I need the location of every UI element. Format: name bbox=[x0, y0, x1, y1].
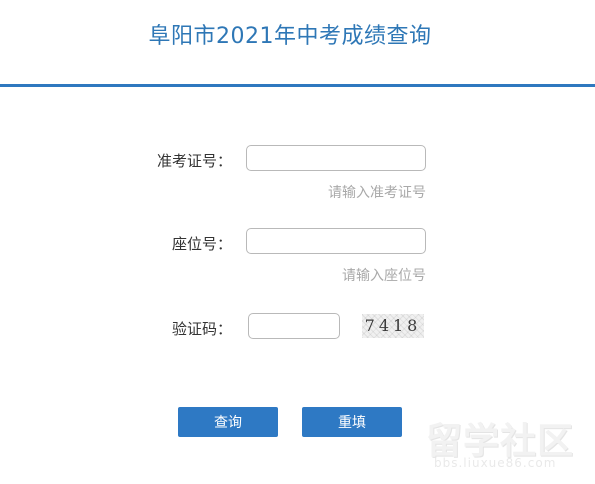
verification-code-label: 验证码： bbox=[171, 320, 232, 338]
exam-number-label: 准考证号： bbox=[156, 152, 232, 170]
watermark: 留学社区 bbs.liuxue86.com bbox=[420, 410, 590, 474]
page-title: 阜阳市2021年中考成绩查询 bbox=[148, 24, 432, 49]
query-button[interactable]: 查询 bbox=[178, 407, 278, 437]
seat-number-label: 座位号： bbox=[171, 235, 232, 253]
query-page: 阜阳市2021年中考成绩查询 准考证号： 请输入准考证号 座位号： 请输入座位号… bbox=[0, 0, 595, 484]
exam-number-input[interactable] bbox=[246, 145, 426, 171]
verification-code-input[interactable] bbox=[248, 313, 340, 339]
watermark-url: bbs.liuxue86.com bbox=[434, 456, 557, 470]
header-divider bbox=[0, 84, 595, 87]
captcha-image[interactable]: 7418 bbox=[362, 314, 424, 338]
reset-button[interactable]: 重填 bbox=[302, 407, 402, 437]
seat-number-input[interactable] bbox=[246, 228, 426, 254]
exam-number-hint: 请输入准考证号 bbox=[328, 185, 426, 201]
seat-number-hint: 请输入座位号 bbox=[342, 268, 426, 284]
